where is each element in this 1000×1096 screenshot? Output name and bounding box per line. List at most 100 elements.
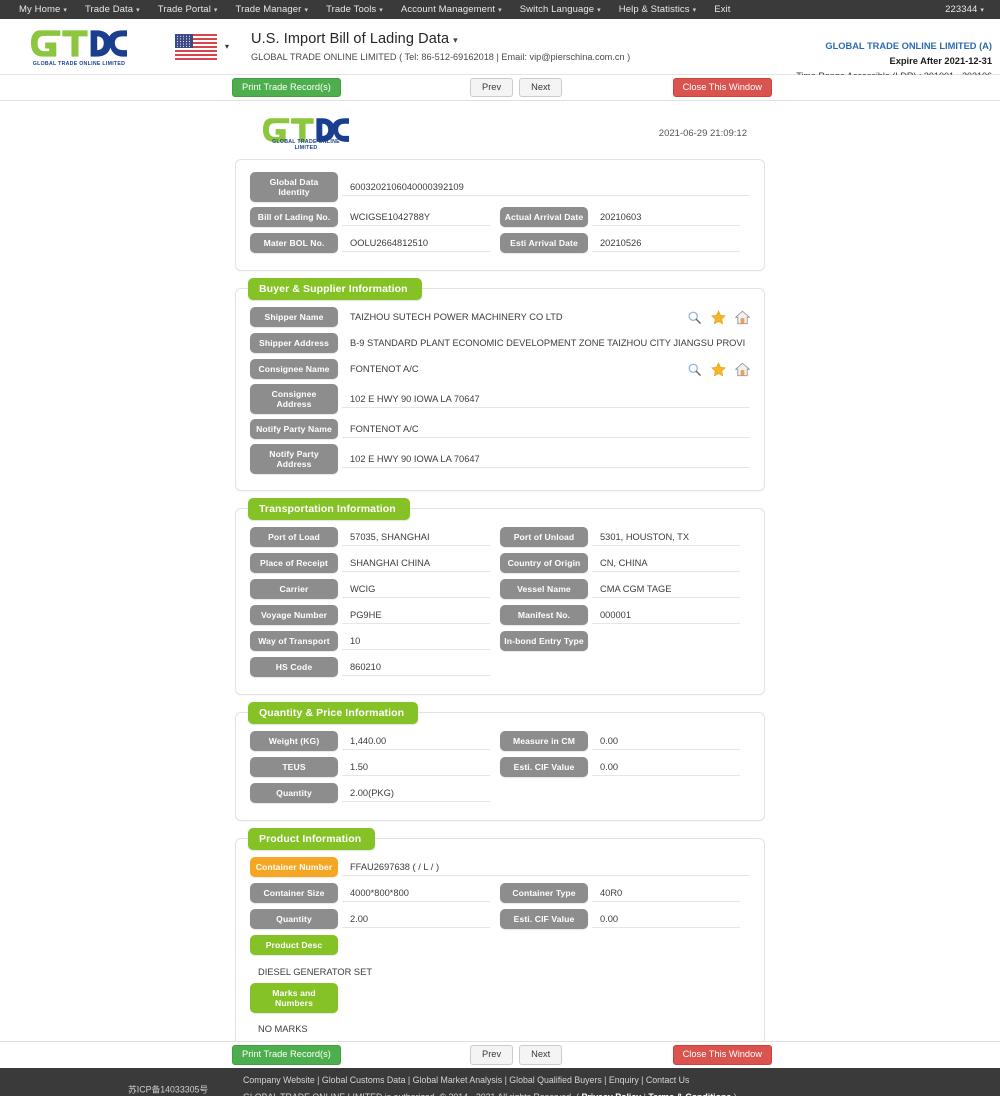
country-selector[interactable]: ▾ <box>175 33 230 60</box>
field-label: Consignee Address <box>250 384 338 414</box>
field-carrier: Carrier WCIG <box>250 579 500 599</box>
marks-and-numbers-label: Marks and Numbers <box>250 983 338 1013</box>
field-label: Shipper Name <box>250 307 338 327</box>
nav-item-trade-tools[interactable]: Trade Tools ▾ <box>317 4 392 15</box>
search-icon[interactable] <box>687 362 702 377</box>
field-value: FFAU2697638 ( / L / ) <box>342 859 750 876</box>
nav-item-exit[interactable]: Exit <box>705 4 739 15</box>
nav-item-label: Help & Statistics <box>618 4 690 15</box>
identity-row-3: Mater BOL No. OOLU2664812510 Esti Arriva… <box>250 232 750 254</box>
field-value: CMA CGM TAGE <box>592 581 740 598</box>
close-window-button-bottom[interactable]: Close This Window <box>672 1045 772 1065</box>
field-label: Container Type <box>500 883 588 903</box>
transportation-row-1: Port of Load 57035, SHANGHAI Port of Unl… <box>250 526 750 548</box>
nav-item-switch-language[interactable]: Switch Language ▾ <box>511 4 610 15</box>
prev-button[interactable]: Prev <box>470 77 514 98</box>
page-body: GLOBAL TRADE ONLINE LIMITED 2021-06-29 2… <box>0 101 1000 1088</box>
chevron-down-icon: ▾ <box>225 42 230 51</box>
field-label: Consignee Name <box>250 359 338 379</box>
search-icon[interactable] <box>687 310 702 325</box>
user-account-menu[interactable]: 223344 ▾ <box>939 4 990 15</box>
field-weight-kg: Weight (KG) 1,440.00 <box>250 731 500 751</box>
next-button[interactable]: Next <box>519 77 563 98</box>
pagination-controls-bottom: Prev Next <box>470 1045 563 1065</box>
page-title[interactable]: U.S. Import Bill of Lading Data ▾ <box>251 31 630 47</box>
field-label: Way of Transport <box>250 631 338 651</box>
print-trade-records-button-bottom[interactable]: Print Trade Record(s) <box>232 1045 341 1065</box>
field-label: Actual Arrival Date <box>500 207 588 227</box>
footer-links[interactable]: Company Website | Global Customs Data | … <box>243 1075 689 1085</box>
field-container-number: Container Number FFAU2697638 ( / L / ) <box>250 857 750 877</box>
field-hs-code: HS Code 860210 <box>250 657 500 677</box>
home-icon[interactable] <box>735 362 750 377</box>
nav-item-my-home[interactable]: My Home ▾ <box>10 4 76 15</box>
pagination-controls: Prev Next <box>470 77 563 98</box>
page-subtitle: GLOBAL TRADE ONLINE LIMITED ( Tel: 86-51… <box>251 52 631 62</box>
product-row-1: Container Size 4000*800*800 Container Ty… <box>250 882 750 904</box>
chevron-down-icon: ▾ <box>213 7 218 14</box>
nav-item-help-statistics[interactable]: Help & Statistics ▾ <box>610 4 706 15</box>
brand-logo-text: GLOBAL TRADE ONLINE LIMITED <box>32 60 126 67</box>
buyer-supplier-panel: Buyer & Supplier Information Shipper Nam… <box>235 278 765 491</box>
us-flag-icon <box>175 33 217 60</box>
close-window-button[interactable]: Close This Window <box>672 77 772 98</box>
field-actual-arrival-date: Actual Arrival Date 20210603 <box>500 207 750 227</box>
brand-logo[interactable]: GLOBAL TRADE ONLINE LIMITED <box>0 27 150 67</box>
nav-item-label: Switch Language <box>519 4 595 15</box>
field-value: B-9 STANDARD PLANT ECONOMIC DEVELOPMENT … <box>350 337 746 348</box>
field-label: Vessel Name <box>500 579 588 599</box>
terms-conditions-link[interactable]: Terms & Conditions <box>648 1092 731 1096</box>
nav-item-label: My Home <box>19 4 61 15</box>
star-icon[interactable] <box>711 361 726 377</box>
page-footer: 苏ICP备14033305号 Company Website | Global … <box>0 1068 1000 1096</box>
field-value: TAIZHOU SUTECH POWER MACHINERY CO LTD <box>350 311 563 322</box>
field-value: 6003202106040000392109 <box>342 179 750 196</box>
prev-button-bottom[interactable]: Prev <box>470 1045 514 1065</box>
nav-item-account-management[interactable]: Account Management ▾ <box>392 4 511 15</box>
chevron-down-icon: ▾ <box>304 7 309 14</box>
quantity-price-row-1: Weight (KG) 1,440.00 Measure in CM 0.00 <box>250 730 750 752</box>
field-label: Mater BOL No. <box>250 233 338 253</box>
star-icon[interactable] <box>711 309 726 325</box>
product-desc-value: DIESEL GENERATOR SET <box>258 967 372 977</box>
field-value: 1.50 <box>342 759 490 776</box>
field-notify-party-address: Notify Party Address 102 E HWY 90 IOWA L… <box>250 444 750 474</box>
field-value: SHANGHAI CHINA <box>342 555 490 572</box>
field-value: WCIG <box>342 581 490 598</box>
privacy-policy-link[interactable]: Privacy Policy <box>581 1092 641 1096</box>
shipper-address-row: Shipper Address B-9 STANDARD PLANT ECONO… <box>250 332 750 354</box>
field-value: 2.00(PKG) <box>342 785 490 802</box>
field-label: Shipper Address <box>250 333 338 353</box>
field-value: 20210603 <box>592 209 740 226</box>
marks-and-numbers-value: NO MARKS <box>258 1024 308 1034</box>
notify-party-name-row: Notify Party Name FONTENOT A/C <box>250 418 750 440</box>
print-trade-records-button[interactable]: Print Trade Record(s) <box>232 77 341 98</box>
field-value: FONTENOT A/C <box>342 421 750 438</box>
field-label: Esti. CIF Value <box>500 909 588 929</box>
product-desc-label-row: Product Desc <box>250 934 750 956</box>
field-value: 5301, HOUSTON, TX <box>592 529 740 546</box>
field-value: 57035, SHANGHAI <box>342 529 490 546</box>
copyright-text: GLOBAL TRADE ONLINE LIMITED is authorize… <box>243 1092 579 1096</box>
field-way-of-transport: Way of Transport 10 <box>250 631 500 651</box>
nav-item-label: Exit <box>714 4 731 15</box>
nav-item-label: Trade Portal <box>157 4 211 15</box>
field-mater-bol-no: Mater BOL No. OOLU2664812510 <box>250 233 500 253</box>
field-value: 0.00 <box>592 733 740 750</box>
next-button-bottom[interactable]: Next <box>519 1045 563 1065</box>
user-account-label: 223344 <box>945 4 978 15</box>
field-label: Place of Receipt <box>250 553 338 573</box>
transportation-row-3: Carrier WCIG Vessel Name CMA CGM TAGE <box>250 578 750 600</box>
field-label: Container Number <box>250 857 338 877</box>
nav-item-trade-manager[interactable]: Trade Manager ▾ <box>227 4 318 15</box>
nav-item-trade-data[interactable]: Trade Data ▾ <box>76 4 149 15</box>
nav-item-trade-portal[interactable]: Trade Portal ▾ <box>149 4 227 15</box>
quantity-price-row-3: Quantity 2.00(PKG) <box>250 782 750 804</box>
transportation-row-6: HS Code 860210 <box>250 656 750 678</box>
identity-row-2: Bill of Lading No. WCIGSE1042788Y Actual… <box>250 206 750 228</box>
field-value: 102 E HWY 90 IOWA LA 70647 <box>342 451 750 468</box>
nav-item-label: Account Management <box>400 4 496 15</box>
toolbar-bottom: Print Trade Record(s) Prev Next Close Th… <box>0 1041 1000 1068</box>
home-icon[interactable] <box>735 310 750 325</box>
quantity-price-row-2: TEUS 1.50 Esti. CIF Value 0.00 <box>250 756 750 778</box>
